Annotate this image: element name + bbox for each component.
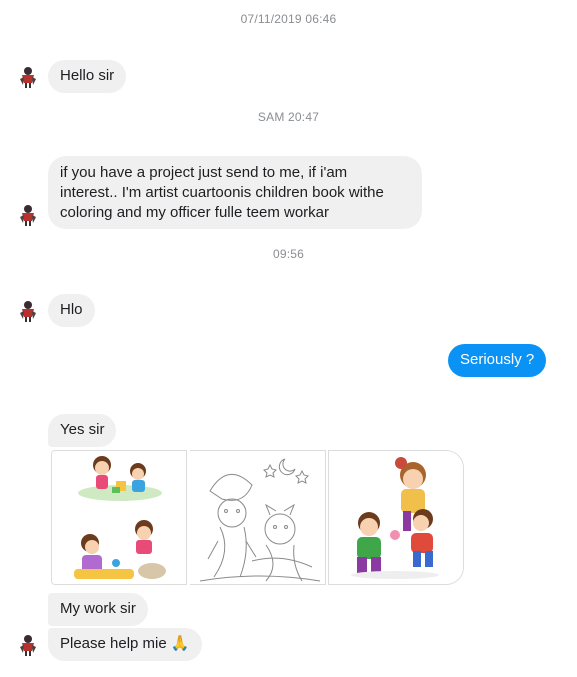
message-line: if you have a project just send to me, i… [60,164,348,181]
avatar[interactable] [14,201,42,229]
avatar-figure-icon [14,631,42,659]
kids-illustration-color-icon [52,451,186,584]
avatar-figure-icon [14,297,42,325]
message-line: coloring and my officer fulle teem worka… [60,204,330,221]
avatar-figure-icon [14,63,42,91]
avatar[interactable] [14,297,42,325]
avatar[interactable] [14,63,42,91]
incoming-message[interactable]: My work sir [48,593,148,626]
outgoing-message[interactable]: Seriously ? [448,344,547,377]
incoming-message[interactable]: Yes sir [48,414,117,447]
incoming-message[interactable]: Please help mie 🙏 [48,628,202,661]
kids-illustration-boys-icon [329,451,463,584]
image-attachment[interactable] [51,450,187,585]
image-attachment[interactable] [190,450,326,585]
avatar-figure-icon [14,201,42,229]
timestamp-divider: 07/11/2019 06:46 [240,12,337,26]
incoming-message[interactable]: Hello sir [48,60,127,93]
timestamp-divider: SAM 20:47 [257,110,320,124]
image-attachment[interactable] [328,450,464,585]
incoming-message[interactable]: if you have a project just send to me, i… [48,156,422,229]
incoming-message[interactable]: Hlo [48,294,95,327]
avatar[interactable] [14,631,42,659]
timestamp-divider: 09:56 [272,247,305,261]
kids-illustration-lineart-icon [190,451,325,584]
message-line: interest.. I'm artist cuartoonis childre… [60,184,384,201]
